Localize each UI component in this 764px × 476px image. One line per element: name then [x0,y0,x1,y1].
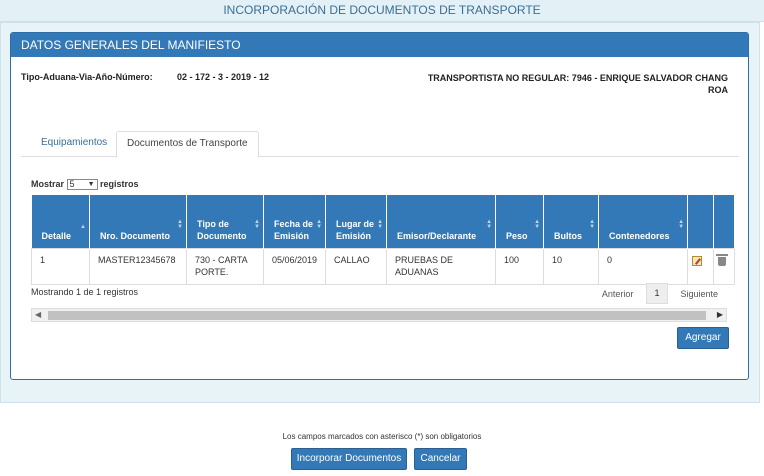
sort-icon: ▲ ▼ [177,218,183,230]
table-header-row: Detalle ▲ Nro. Documento ▲ ▼ Tipo de Docume… [31,195,736,248]
sort-icon: ▲ ▼ [589,218,596,230]
required-fields-note: Los campos marcados con asterisco (*) so… [282,432,482,441]
cell-delete [713,247,736,285]
col-contenedores[interactable]: Contenedores ▲ ▼ [598,195,689,248]
manifest-id: Tipo-Aduana-Via-Año-Número: 02 - 172 - 3… [21,72,269,82]
page-size-control: Mostrar 5 ▼ registros [31,179,139,191]
manifest-panel: DATOS GENERALES DEL MANIFIESTO Tipo-Adua… [10,32,749,380]
col-nro-documento[interactable]: Nro. Documento ▲ ▼ [89,195,187,248]
documents-table: Detalle ▲ Nro. Documento ▲ ▼ Tipo de Docume… [31,195,736,285]
manifest-id-value: 02 - 172 - 3 - 2019 - 12 [177,72,270,82]
page-size-select[interactable]: 5 ▼ [66,179,98,191]
tab-equipamientos[interactable]: Equipamientos [31,131,117,157]
page-number-button[interactable]: 1 [645,283,668,304]
cell-peso: 100 [495,247,545,285]
manifest-id-label: Tipo-Aduana-Via-Año-Número: [21,72,153,82]
incorporate-documents-button[interactable]: Incorporar Documentos [291,448,407,470]
sort-icon: ▲ ▼ [486,218,493,230]
horizontal-scrollbar[interactable]: ◀ ▶ [31,308,727,322]
page-size-value: 5 [69,179,75,190]
pagination: Anterior 1 Siguiente [602,283,718,304]
col-detalle[interactable]: Detalle ▲ [31,195,90,248]
sort-icon: ▲ ▼ [377,218,384,230]
cell-fecha-emision: 05/06/2019 [262,247,327,285]
cell-bultos: 10 [543,247,600,285]
cell-edit [687,247,715,285]
next-page-link[interactable]: Siguiente [680,289,718,299]
cell-tipo-documento: 730 - CARTA PORTE. [186,247,264,285]
col-tipo-documento[interactable]: Tipo de Documento ▲ ▼ [186,195,264,248]
trash-icon[interactable] [716,253,729,266]
scroll-left-icon[interactable]: ◀ [35,309,41,321]
cell-emisor: PRUEBAS DE ADUANAS [386,247,497,285]
chevron-down-icon: ▼ [87,181,95,189]
cancel-button[interactable]: Cancelar [414,448,467,470]
panel-title: DATOS GENERALES DEL MANIFIESTO [11,33,748,57]
col-fecha-emision[interactable]: Fecha de Emisión ▲ ▼ [263,195,327,248]
cell-contenedores: 0 [598,247,689,285]
tab-bar: Equipamientos Documentos de Transporte [21,131,739,158]
scrollbar-thumb[interactable] [48,311,706,320]
carrier-info: TRANSPORTISTA NO REGULAR: 7946 - ENRIQUE… [427,73,728,95]
table-row: 1 MASTER12345678 730 - CARTA PORTE. 05/0… [31,247,736,285]
cell-nro-documento: MASTER12345678 [89,247,187,285]
show-label: Mostrar [31,179,65,189]
edit-icon[interactable] [692,255,703,266]
col-emisor[interactable]: Emisor/Declarante ▲ ▼ [386,195,497,248]
col-edit [687,195,715,248]
sort-icon: ▲ ▼ [678,218,685,230]
add-button[interactable]: Agregar [677,327,729,349]
records-info: Mostrando 1 de 1 registros [31,287,139,297]
cell-detalle: 1 [31,247,90,285]
tab-documentos-transporte[interactable]: Documentos de Transporte [116,131,259,158]
sort-icon: ▲ ▼ [316,218,323,230]
sort-icon: ▲ [80,223,86,230]
sort-icon: ▲ ▼ [534,218,541,230]
scroll-right-icon[interactable]: ▶ [717,309,723,321]
col-delete [713,195,736,248]
prev-page-link[interactable]: Anterior [602,289,634,299]
records-label: registros [100,179,139,189]
cell-lugar-emision: CALLAO [325,247,388,285]
sort-icon: ▲ ▼ [254,218,260,230]
page-title: INCORPORACIÓN DE DOCUMENTOS DE TRANSPORT… [0,0,764,22]
col-lugar-emision[interactable]: Lugar de Emisión ▲ ▼ [325,195,388,248]
col-peso[interactable]: Peso ▲ ▼ [495,195,545,248]
col-bultos[interactable]: Bultos ▲ ▼ [543,195,600,248]
